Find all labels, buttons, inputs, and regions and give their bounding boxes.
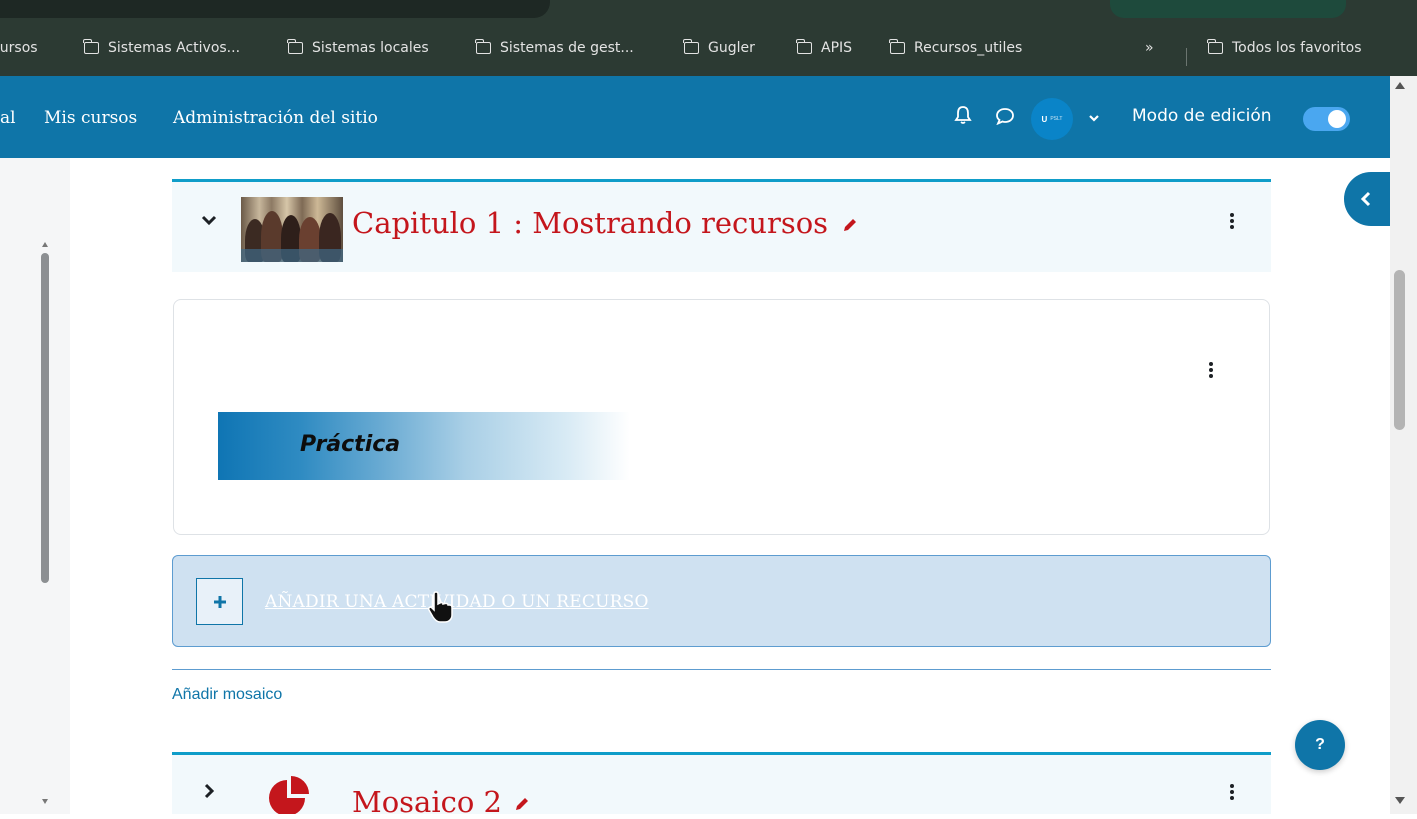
pie-chart-icon bbox=[269, 776, 309, 814]
chevron-right-icon[interactable] bbox=[203, 783, 215, 799]
question-icon: ? bbox=[1315, 736, 1325, 753]
chevron-down-icon[interactable] bbox=[201, 214, 217, 226]
hand-cursor-icon bbox=[428, 591, 453, 623]
nav-link-site-admin[interactable]: Administración del sitio bbox=[173, 108, 378, 128]
pencil-icon[interactable] bbox=[841, 216, 859, 234]
bookmark-all-favorites[interactable]: Todos los favoritos bbox=[1207, 37, 1362, 59]
banner-text: Práctica bbox=[300, 432, 401, 457]
scroll-up-arrow[interactable] bbox=[1395, 82, 1405, 89]
nav-link-my-courses[interactable]: Mis cursos bbox=[44, 108, 137, 128]
section-divider bbox=[172, 669, 1271, 670]
index-scrollbar-thumb[interactable] bbox=[41, 253, 49, 583]
add-mosaic-link[interactable]: Añadir mosaico bbox=[172, 686, 282, 704]
section-menu-icon[interactable] bbox=[1230, 213, 1234, 229]
bookmark-label: Gugler bbox=[708, 40, 755, 56]
folder-icon bbox=[796, 39, 812, 54]
folder-icon bbox=[83, 39, 99, 54]
section-title[interactable]: Capitulo 1 : Mostrando recursos bbox=[352, 206, 859, 240]
folder-icon bbox=[475, 39, 491, 54]
bookmark-label: APIS bbox=[821, 40, 853, 56]
page-scrollbar[interactable] bbox=[1390, 76, 1417, 814]
bookmark-label: Sistemas locales bbox=[312, 40, 429, 56]
course-index-panel bbox=[0, 158, 70, 814]
bookmark-sistemas-gestion[interactable]: Sistemas de gest... bbox=[475, 37, 634, 59]
activity-menu-icon[interactable] bbox=[1209, 362, 1213, 378]
section-header bbox=[172, 755, 1271, 814]
user-avatar[interactable]: U PSLT bbox=[1031, 98, 1073, 140]
avatar-initials: U bbox=[1041, 114, 1048, 124]
bookmark-label: Cursos bbox=[0, 40, 38, 56]
chat-bubble-icon[interactable] bbox=[995, 107, 1015, 125]
chevron-down-icon[interactable] bbox=[1088, 114, 1100, 122]
nav-link-partial[interactable]: al bbox=[0, 108, 16, 128]
folder-icon bbox=[683, 39, 699, 54]
chevron-left-icon bbox=[1360, 191, 1371, 207]
bookmark-sistemas-locales[interactable]: Sistemas locales bbox=[287, 37, 429, 59]
pencil-icon[interactable] bbox=[513, 795, 531, 813]
bell-icon[interactable] bbox=[954, 105, 972, 125]
scrollbar-thumb[interactable] bbox=[1394, 270, 1405, 430]
bookmarks-overflow-button[interactable]: » bbox=[1145, 37, 1154, 59]
edit-mode-label: Modo de edición bbox=[1132, 106, 1272, 126]
address-bar[interactable] bbox=[0, 0, 550, 18]
scroll-down-arrow[interactable] bbox=[1395, 797, 1405, 804]
chevron-double-right-icon: » bbox=[1145, 40, 1154, 56]
label-activity-card: Práctica bbox=[173, 299, 1270, 535]
open-block-drawer-button[interactable] bbox=[1344, 172, 1390, 226]
edit-mode-toggle[interactable] bbox=[1303, 107, 1350, 131]
section-title-text: Capitulo 1 : Mostrando recursos bbox=[352, 206, 829, 240]
bookmark-sistemas-activos[interactable]: Sistemas Activos... bbox=[83, 37, 241, 59]
add-activity-box[interactable]: AÑADIR UNA ACTIVIDAD O UN RECURSO bbox=[172, 555, 1271, 647]
browser-action-pill[interactable] bbox=[1110, 0, 1346, 18]
practica-banner: Práctica bbox=[218, 412, 630, 480]
help-button[interactable]: ? bbox=[1295, 720, 1345, 770]
folder-icon bbox=[889, 39, 905, 54]
index-scroll-down-arrow[interactable] bbox=[42, 799, 48, 804]
bookmark-label: Sistemas Activos... bbox=[108, 40, 241, 56]
index-scroll-up-arrow[interactable] bbox=[42, 242, 48, 247]
section-image bbox=[241, 197, 343, 262]
toggle-knob bbox=[1328, 110, 1346, 128]
add-activity-link[interactable]: AÑADIR UNA ACTIVIDAD O UN RECURSO bbox=[265, 592, 649, 612]
bookmark-label: Sistemas de gest... bbox=[500, 40, 634, 56]
section-menu-icon[interactable] bbox=[1230, 784, 1234, 800]
avatar-sub: PSLT bbox=[1050, 116, 1063, 122]
bookmark-cursos[interactable]: Cursos bbox=[0, 37, 38, 59]
browser-tab-strip bbox=[0, 0, 1417, 20]
bookmarks-separator bbox=[1186, 48, 1187, 66]
bookmark-label: Recursos_utiles bbox=[914, 40, 1023, 56]
bookmarks-bar: Cursos Sistemas Activos... Sistemas loca… bbox=[0, 20, 1417, 76]
bookmark-recursos-utiles[interactable]: Recursos_utiles bbox=[889, 37, 1023, 59]
bookmark-label: Todos los favoritos bbox=[1232, 40, 1362, 56]
folder-icon bbox=[287, 39, 303, 54]
bookmark-gugler[interactable]: Gugler bbox=[683, 37, 755, 59]
plus-icon[interactable] bbox=[196, 578, 243, 625]
folder-icon bbox=[1207, 39, 1223, 54]
site-navbar: al Mis cursos Administración del sitio U… bbox=[0, 76, 1390, 158]
bookmark-apis[interactable]: APIS bbox=[796, 37, 853, 59]
